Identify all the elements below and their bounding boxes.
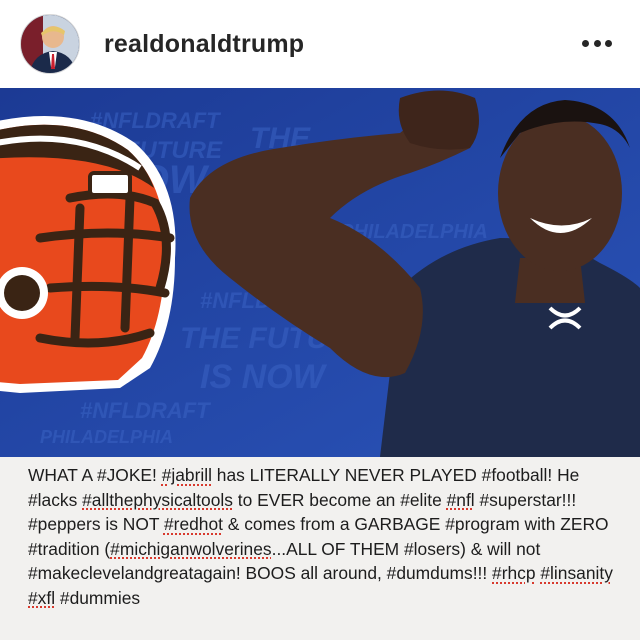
caption-text: WHAT A #JOKE! #jabrill has LITERALLY NEV… — [28, 465, 613, 608]
svg-text:PHILADELPHIA: PHILADELPHIA — [40, 427, 173, 447]
hashtag-link[interactable]: #redhot — [164, 514, 223, 534]
hashtag-link[interactable]: #xfl — [28, 588, 55, 608]
hashtag-link[interactable]: #jabrill — [162, 465, 212, 485]
svg-text:IS NOW: IS NOW — [200, 358, 328, 396]
svg-text:#NFLDRAFT: #NFLDRAFT — [80, 398, 211, 423]
post-header: realdonaldtrump — [0, 0, 640, 88]
avatar[interactable] — [20, 14, 80, 74]
hashtag-link[interactable]: #allthephysicaltools — [82, 490, 233, 510]
username[interactable]: realdonaldtrump — [104, 30, 304, 59]
hashtag-link[interactable]: #rhcp — [492, 563, 536, 583]
hashtag-link[interactable]: #linsanity — [540, 563, 613, 583]
caption-area: WHAT A #JOKE! #jabrill has LITERALLY NEV… — [0, 457, 640, 640]
hashtag-link[interactable]: #michiganwolverines — [110, 539, 271, 559]
hashtag-link[interactable]: #nfl — [447, 490, 475, 510]
more-options-icon[interactable] — [582, 38, 612, 48]
post-image: #NFLDRAFT THE FUTURE IS NOW THE DRAFT IS… — [0, 88, 640, 457]
profile-photo-icon — [21, 15, 79, 73]
